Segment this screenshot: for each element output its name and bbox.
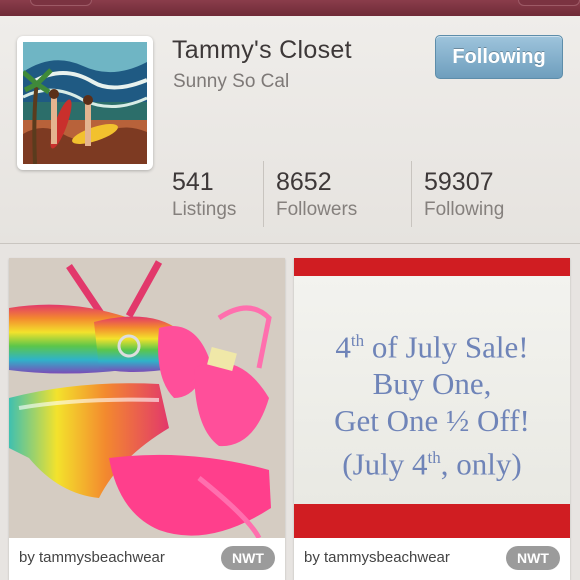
stat-divider [263,161,264,227]
sale-sign-paper: 4th of July Sale! Buy One, Get One ½ Off… [294,276,570,504]
avatar[interactable] [17,36,153,170]
closet-name: Tammy's Closet [172,36,352,64]
listing-card[interactable]: 4th of July Sale! Buy One, Get One ½ Off… [294,258,570,580]
back-button-edge[interactable] [30,0,92,6]
sale-sign-line-2: Buy One, [372,366,492,402]
following-button[interactable]: Following [435,35,563,79]
bikini-photo-image [9,258,285,538]
stat-following-value: 59307 [424,168,494,196]
closet-location: Sunny So Cal [173,71,290,92]
sale-sign-line-1-sup: th [350,331,365,350]
sale-sign-text: 4th of July Sale! Buy One, Get One ½ Off… [294,322,570,483]
closet-profile-header: Tammy's Closet Sunny So Cal Following 54… [0,16,580,244]
stat-following-label: Following [424,199,505,220]
sale-sign-line-1-pre: 4 [335,329,351,365]
stat-followers-value: 8652 [276,168,332,196]
sale-sign-line-4: (July 4th, only) [294,439,570,482]
surf-art-avatar-image [23,42,147,164]
stat-divider [411,161,412,227]
stat-followers-label: Followers [276,199,358,220]
listing-card[interactable]: by tammysbeachwear NWT [9,258,285,580]
sale-sign-line-4-post: , only) [440,446,522,482]
listing-seller[interactable]: by tammysbeachwear [19,549,165,566]
sale-sign-line-1: 4th of July Sale! [294,322,570,365]
sale-sign-line-4-sup: th [427,448,441,468]
stat-following[interactable]: 59307 Following [424,168,504,221]
menu-button-edge[interactable] [518,0,580,6]
listing-photo-bikinis[interactable] [9,258,285,538]
stat-followers[interactable]: 8652 Followers [276,168,357,221]
sale-sign-line-1-post: of July Sale! [364,329,529,365]
listing-seller[interactable]: by tammysbeachwear [304,549,450,566]
nwt-badge: NWT [221,546,275,570]
listing-photo-sale-sign[interactable]: 4th of July Sale! Buy One, Get One ½ Off… [294,258,570,538]
sale-sign-border: 4th of July Sale! Buy One, Get One ½ Off… [294,258,570,538]
top-navigation-bar [0,0,580,17]
sale-sign-line-3: Get One ½ Off! [334,403,530,439]
stat-listings[interactable]: 541 Listings [172,168,236,221]
sale-sign-line-4-pre: (July 4 [342,446,428,482]
stat-listings-label: Listings [172,199,237,220]
stat-listings-value: 541 [172,168,214,196]
nwt-badge: NWT [506,546,560,570]
